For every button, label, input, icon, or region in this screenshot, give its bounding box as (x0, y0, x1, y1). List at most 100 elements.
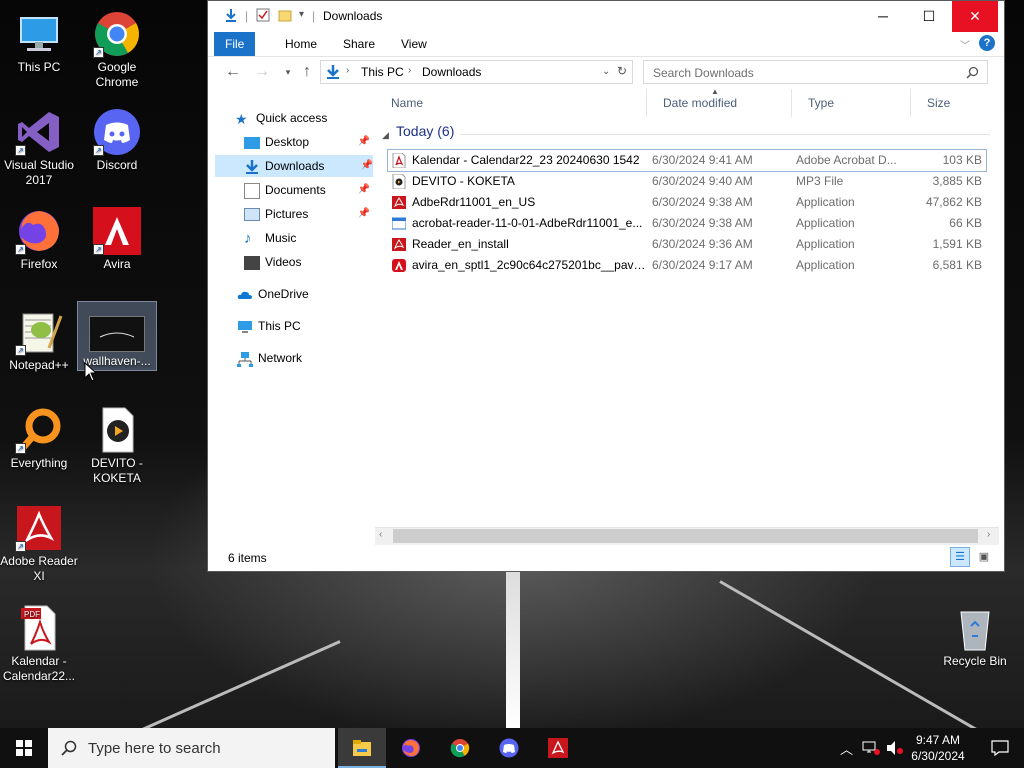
file-row[interactable]: AdbeRdr11001_en_US 6/30/2024 9:38 AM Appli… (388, 192, 986, 213)
file-row[interactable]: acrobat-reader-11-0-01-AdbeRdr11001_e...… (388, 213, 986, 234)
file-row[interactable]: Kalendar - Calendar22_23 20240630 1542 6/… (387, 149, 987, 172)
taskbar-chrome[interactable] (436, 728, 484, 768)
breadcrumb-separator-icon: › (346, 65, 350, 76)
start-button[interactable] (0, 728, 48, 768)
desktop-icon-this-pc[interactable]: This PC (0, 6, 78, 75)
chrome-icon (450, 739, 470, 758)
minimize-button[interactable]: ─ (860, 1, 906, 32)
network-status-icon[interactable] (862, 741, 880, 755)
file-size: 103 KB (942, 153, 982, 167)
file-name: Kalendar - Calendar22_23 20240630 1542 (412, 153, 640, 167)
title-separator: | (312, 9, 316, 23)
nav-music[interactable]: ♪ Music (244, 227, 366, 249)
tab-share[interactable]: Share (332, 32, 386, 56)
volume-muted-icon[interactable] (886, 740, 904, 756)
forward-button[interactable]: → (254, 64, 270, 80)
nav-quick-access[interactable]: ★ Quick access (235, 107, 365, 129)
tab-file[interactable]: File (214, 32, 256, 56)
nav-videos[interactable]: Videos (244, 251, 366, 273)
customize-toolbar-chevron-icon[interactable]: ▾ (299, 9, 304, 20)
large-icons-view-button[interactable]: ▣ (974, 547, 994, 567)
nav-this-pc[interactable]: This PC (237, 315, 365, 337)
desktop-icon-label: Kalendar - Calendar22... (2, 654, 76, 683)
desktop-icon-label: Notepad++ (9, 358, 69, 372)
taskbar-clock[interactable]: 9:47 AM 6/30/2024 (906, 732, 970, 764)
desktop-folder-icon (244, 136, 260, 149)
nav-label: Pictures (265, 207, 309, 221)
desktop-icon-discord[interactable]: ↗ Discord (78, 104, 156, 173)
file-name: avira_en_sptl1_2c90c64c275201bc__pavw... (412, 258, 648, 272)
taskbar-file-explorer[interactable] (338, 728, 386, 768)
desktop-icon-label: This PC (17, 60, 61, 74)
pin-icon[interactable]: 📌 (361, 155, 373, 177)
properties-icon[interactable] (256, 8, 270, 22)
column-header-name[interactable]: Name (375, 89, 647, 117)
nav-label: Downloads (265, 159, 325, 173)
desktop-icon-devito-mp3[interactable]: DEVITO - KOKETA (78, 402, 156, 486)
pin-icon[interactable]: 📌 (358, 203, 370, 225)
nav-documents[interactable]: Documents 📌 (244, 179, 370, 201)
address-history-chevron-icon[interactable]: ⌄ (602, 66, 610, 77)
taskbar-adobe-reader[interactable] (534, 728, 582, 768)
videos-folder-icon (244, 255, 260, 270)
nav-onedrive[interactable]: OneDrive (237, 283, 365, 305)
help-button[interactable]: ? (979, 35, 995, 51)
group-header[interactable]: Today (6) (396, 123, 454, 139)
file-name: Reader_en_install (412, 237, 509, 251)
file-date-modified: 6/30/2024 9:38 AM (652, 216, 753, 230)
column-header-type[interactable]: Type (792, 89, 911, 117)
nav-downloads[interactable]: Downloads 📌 (215, 155, 373, 177)
file-date-modified: 6/30/2024 9:17 AM (652, 258, 753, 272)
tab-home[interactable]: Home (274, 32, 328, 56)
details-view-button[interactable]: ☰ (950, 547, 970, 567)
desktop-icon-notepadpp[interactable]: ↗ Notepad++ (0, 304, 78, 373)
pin-icon[interactable]: 📌 (358, 131, 370, 153)
scroll-left-icon[interactable]: ‹ (379, 529, 382, 540)
desktop-icon-visual-studio[interactable]: ↗ Visual Studio 2017 (0, 104, 78, 188)
tab-view[interactable]: View (390, 32, 438, 56)
desktop-icon-adobe-reader[interactable]: ↗ Adobe Reader XI (0, 500, 78, 584)
title-bar[interactable]: | ▾ | Downloads ─ ☐ ✕ (208, 1, 1004, 32)
recent-locations-chevron-icon[interactable]: ▾ (280, 64, 296, 80)
desktop-icon-avira[interactable]: ↗ Avira (78, 203, 156, 272)
refresh-icon[interactable]: ↻ (617, 64, 627, 78)
new-folder-icon[interactable] (278, 8, 292, 22)
search-input[interactable]: Search Downloads (643, 60, 988, 84)
desktop-icon-firefox[interactable]: ↗ Firefox (0, 203, 78, 272)
file-row[interactable]: Reader_en_install 6/30/2024 9:36 AM Applic… (388, 234, 986, 255)
group-collapse-icon[interactable]: ◢ (382, 130, 389, 141)
back-button[interactable]: ← (225, 64, 241, 80)
breadcrumb-downloads[interactable]: Downloads (422, 65, 481, 79)
desktop-icon-wallhaven[interactable]: wallhaven-... (77, 301, 157, 371)
up-button[interactable]: ↑ (299, 64, 315, 80)
taskbar-firefox[interactable] (387, 728, 435, 768)
file-row[interactable]: DEVITO - KOKETA 6/30/2024 9:40 AM MP3 File… (388, 171, 986, 192)
maximize-button[interactable]: ☐ (906, 1, 952, 32)
horizontal-scrollbar[interactable]: ‹ › (375, 527, 999, 545)
column-header-size[interactable]: Size (911, 89, 991, 117)
show-hidden-icons-chevron-icon[interactable]: ︿ (840, 739, 853, 758)
nav-pictures[interactable]: Pictures 📌 (244, 203, 370, 225)
desktop-icon-everything[interactable]: ↗ Everything (0, 402, 78, 471)
pin-icon[interactable]: 📌 (358, 179, 370, 201)
nav-desktop[interactable]: Desktop 📌 (244, 131, 370, 153)
expand-ribbon-chevron-icon[interactable]: ﹀ (960, 37, 970, 52)
firefox-icon (402, 739, 420, 757)
mouse-cursor-icon (84, 362, 96, 382)
notifications-button[interactable] (976, 728, 1024, 768)
address-row: ← → ▾ ↑ › This PC › Downloads ⌄ ↻ Search… (208, 57, 1004, 89)
desktop-icon-chrome[interactable]: ↗ Google Chrome (78, 6, 156, 90)
taskbar-search-input[interactable]: Type here to search (48, 728, 335, 768)
scroll-right-icon[interactable]: › (987, 529, 990, 540)
scrollbar-thumb[interactable] (393, 529, 978, 543)
nav-network[interactable]: Network (237, 347, 365, 369)
taskbar-discord[interactable] (485, 728, 533, 768)
desktop-icon-recycle-bin[interactable]: Recycle Bin (936, 600, 1014, 669)
address-bar[interactable]: › This PC › Downloads ⌄ ↻ (320, 60, 633, 84)
title-separator: | (245, 9, 249, 23)
close-button[interactable]: ✕ (952, 1, 998, 32)
breadcrumb-this-pc[interactable]: This PC (361, 65, 404, 79)
column-header-date-modified[interactable]: Date modified (647, 89, 792, 117)
file-row[interactable]: avira_en_sptl1_2c90c64c275201bc__pavw...… (388, 255, 986, 276)
desktop-icon-kalendar-pdf[interactable]: PDF Kalendar - Calendar22... (0, 600, 78, 684)
